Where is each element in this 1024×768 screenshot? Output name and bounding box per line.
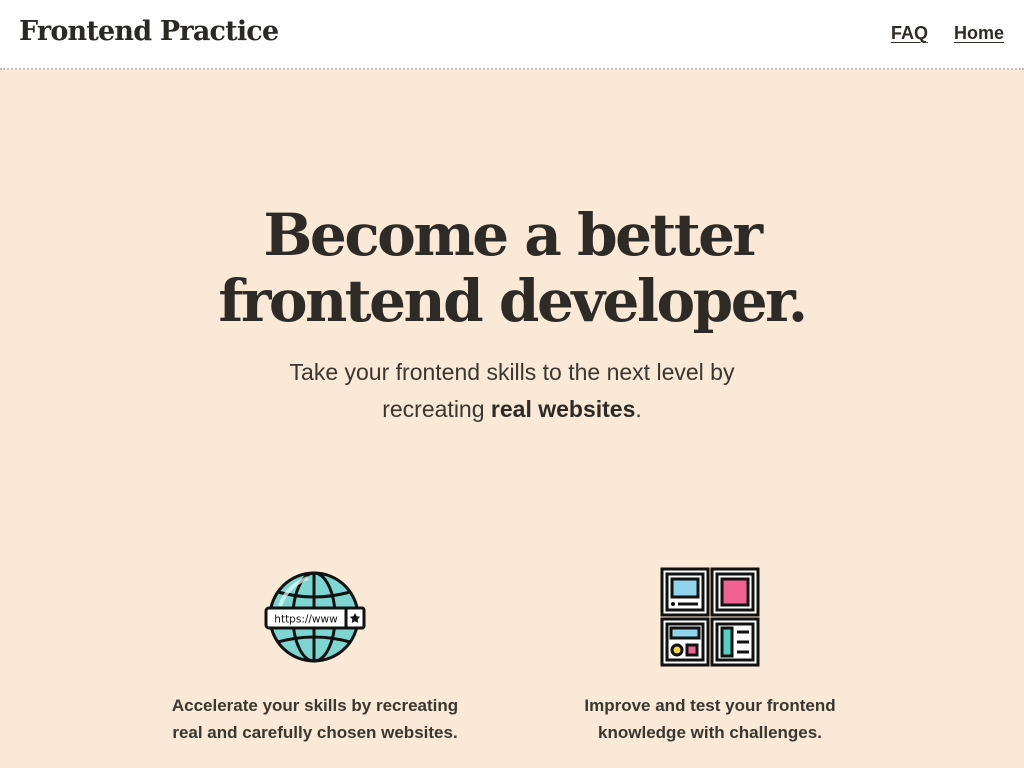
globe-url-text: https://www: [274, 614, 338, 626]
feature-text-recreate: Accelerate your skills by recreating rea…: [150, 692, 480, 746]
feature-2-line-1: Improve and test your frontend: [584, 696, 836, 715]
feature-2-line-2: knowledge with challenges.: [598, 723, 822, 742]
main-nav: FAQ Home: [891, 23, 1004, 44]
feature-challenges: Improve and test your frontend knowledge…: [545, 566, 875, 746]
hero-subtitle: Take your frontend skills to the next le…: [0, 354, 1024, 428]
hero-subtitle-prefix: recreating: [382, 396, 485, 422]
site-logo[interactable]: Frontend Practice: [19, 16, 279, 47]
nav-link-faq[interactable]: FAQ: [891, 23, 928, 44]
hero-subtitle-suffix: .: [635, 396, 642, 422]
nav-link-home[interactable]: Home: [954, 23, 1004, 44]
feature-1-line-1: Accelerate your skills by recreating: [171, 696, 459, 715]
hero-title-line-2: frontend developer.: [218, 267, 808, 335]
feature-text-challenges: Improve and test your frontend knowledge…: [545, 692, 875, 746]
hero-title-line-1: Become a better: [263, 201, 763, 269]
feature-1-line-2: real and carefully chosen websites.: [172, 723, 458, 742]
globe-www-icon: https://www: [264, 571, 366, 663]
layout-grid-icon: [660, 567, 760, 667]
feature-recreate-websites: https://www Accelerate your skills by re…: [150, 566, 480, 746]
hero-subtitle-highlight: real websites: [490, 396, 636, 422]
hero-title: Become a better frontend developer.: [0, 202, 1024, 334]
hero-subtitle-line-1: Take your frontend skills to the next le…: [289, 359, 735, 385]
site-header: Frontend Practice FAQ Home: [0, 0, 1024, 70]
